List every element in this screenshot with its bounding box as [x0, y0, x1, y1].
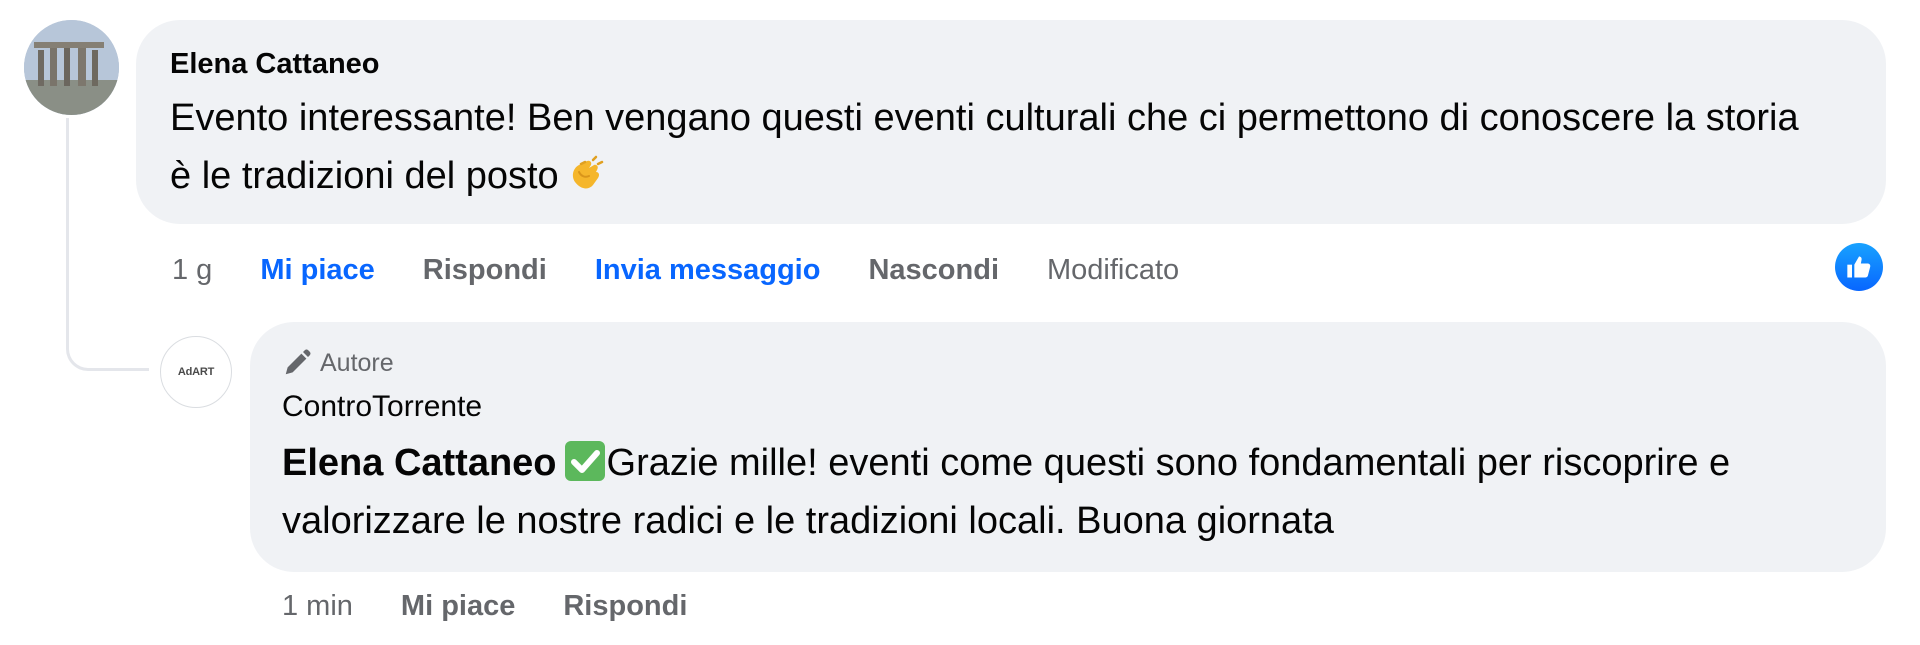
reaction-count[interactable]	[1832, 240, 1886, 294]
page-avatar[interactable]: AdART	[160, 336, 232, 408]
pencil-icon	[285, 349, 311, 375]
page-avatar-logo-text: AdART	[177, 366, 215, 378]
comment-body: Evento interessante! Ben vengano questi …	[170, 97, 1799, 197]
reply-reply-button[interactable]: Rispondi	[563, 586, 687, 626]
like-button[interactable]: Mi piace	[260, 250, 374, 290]
avatar[interactable]	[24, 20, 119, 115]
reply-like-button[interactable]: Mi piace	[401, 586, 515, 626]
hide-button[interactable]: Nascondi	[868, 250, 999, 290]
comment-actions: 1 g Mi piace Rispondi Invia messaggio Na…	[172, 250, 1227, 290]
reply-bubble: Autore ControTorrente Elena Cattaneo Graz…	[250, 322, 1886, 572]
reply-actions: 1 min Mi piace Rispondi	[282, 586, 735, 626]
comment-timestamp[interactable]: 1 g	[172, 250, 212, 290]
send-message-button[interactable]: Invia messaggio	[595, 250, 821, 290]
author-badge: Autore	[282, 346, 1852, 380]
check-mark-icon	[564, 441, 605, 481]
author-badge-label: Autore	[320, 349, 394, 377]
like-icon	[1835, 243, 1883, 291]
comment-bubble: Elena Cattaneo Evento interessante! Ben …	[136, 20, 1886, 224]
reply-timestamp[interactable]: 1 min	[282, 586, 353, 626]
reply-text: Elena Cattaneo Grazie mille! eventi come …	[282, 434, 1842, 550]
comment-author[interactable]: Elena Cattaneo	[170, 45, 1852, 83]
edited-label: Modificato	[1047, 254, 1180, 286]
clapping-hands-icon	[563, 152, 607, 196]
profile-photo-icon	[24, 20, 119, 115]
reply-button[interactable]: Rispondi	[423, 250, 547, 290]
mention-link[interactable]: Elena Cattaneo	[282, 442, 557, 484]
reply-author[interactable]: ControTorrente	[282, 386, 1852, 428]
comment-text: Evento interessante! Ben vengano questi …	[170, 89, 1830, 205]
